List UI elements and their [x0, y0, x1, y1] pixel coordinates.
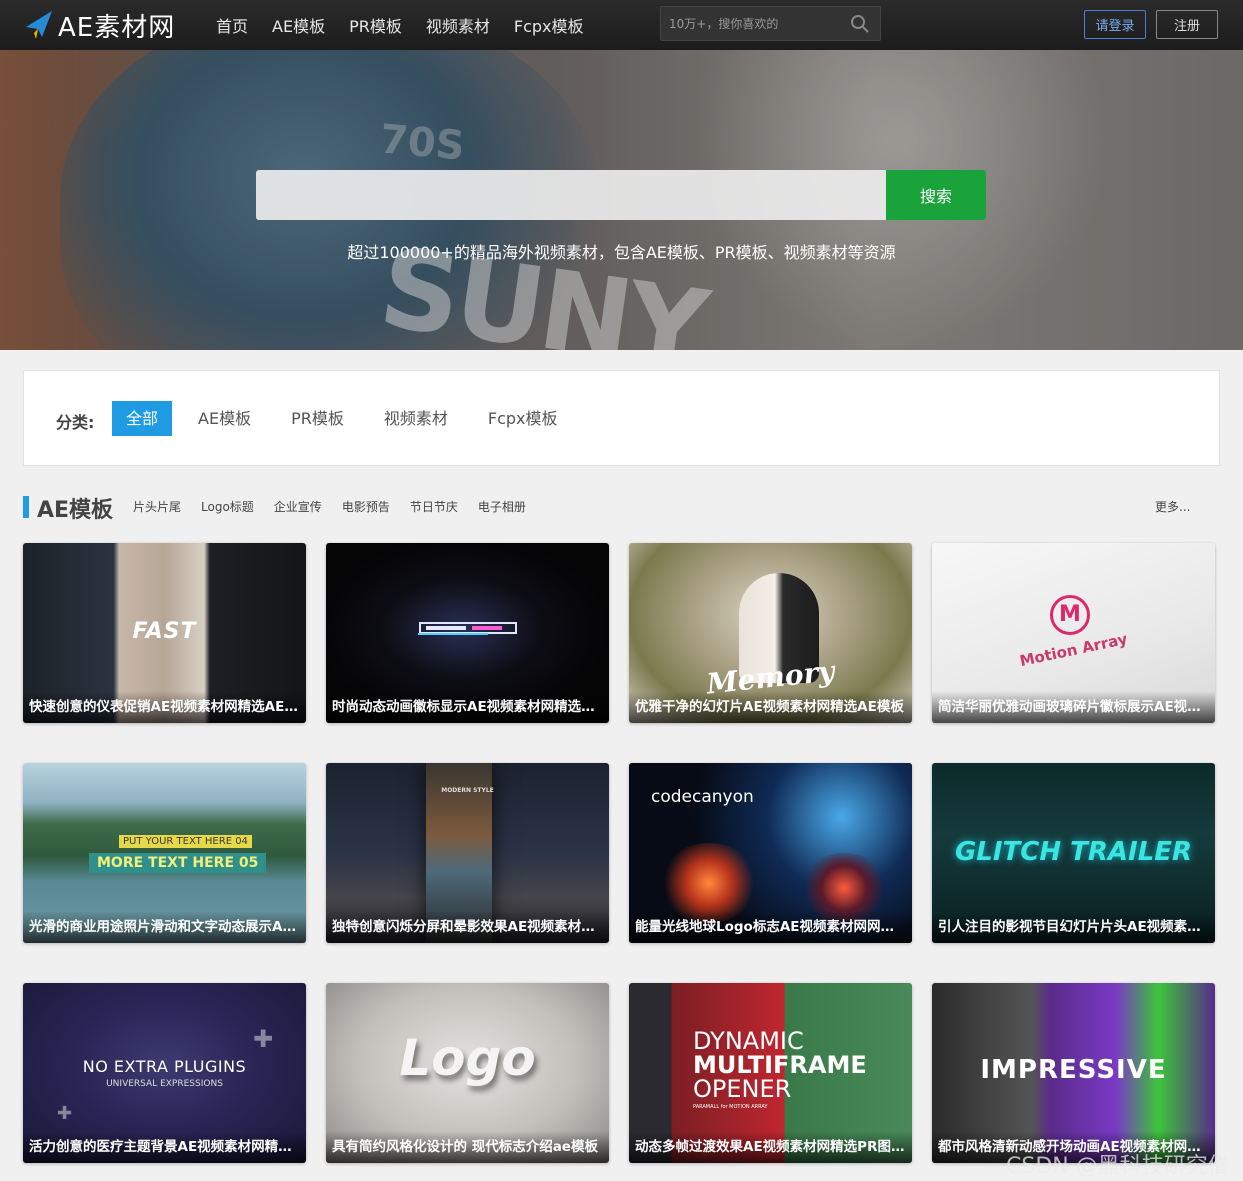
section-header: AE模板 片头片尾 Logo标题 企业宣传 电影预告 节日节庆 电子相册 更多.… [23, 492, 1220, 523]
template-card[interactable]: IMPRESSIVE 都市风格清新动感开场动画AE视频素材网精选AE模板 [932, 983, 1215, 1163]
section-tag[interactable]: 电子相册 [478, 498, 526, 515]
card-art-text: MULTIFRAME [693, 1051, 867, 1079]
search-icon[interactable] [850, 14, 870, 34]
card-caption: 优雅干净的幻灯片AE视频素材网精选AE模板 [629, 691, 912, 723]
card-caption: 简洁华丽优雅动画玻璃碎片徽标展示AE视频素材 [932, 691, 1215, 723]
template-card[interactable]: GLITCH TRAILER 引人注目的影视节目幻灯片片头AE视频素材网精选 [932, 763, 1215, 943]
template-card[interactable]: Memory 优雅干净的幻灯片AE视频素材网精选AE模板 [629, 543, 912, 723]
card-caption: 时尚动态动画徽标显示AE视频素材网精选AE模板 [326, 691, 609, 723]
category-all[interactable]: 全部 [112, 401, 173, 436]
category-video[interactable]: 视频素材 [370, 401, 462, 436]
plus-icon: ✚ [253, 1025, 274, 1053]
section-more-link[interactable]: 更多... [1155, 498, 1190, 515]
header-search-input[interactable] [669, 7, 849, 40]
category-ae[interactable]: AE模板 [184, 401, 265, 436]
codecanyon-logo-text: codecanyon [651, 787, 754, 807]
site-logo[interactable]: AE素材网 [24, 7, 175, 43]
plus-icon: ✚ [57, 1103, 73, 1124]
card-art-text: FAST [132, 619, 197, 644]
hero-banner: 70S SUNY 搜索 超过100000+的精品海外视频素材，包含AE模板、PR… [0, 50, 1243, 350]
section-tag[interactable]: Logo标题 [201, 498, 254, 515]
card-art-text: PARAMALL for MOTION ARRAY [693, 1104, 768, 1110]
template-card[interactable]: M Motion Array 简洁华丽优雅动画玻璃碎片徽标展示AE视频素材 [932, 543, 1215, 723]
category-fcpx[interactable]: Fcpx模板 [474, 401, 572, 436]
card-art-text: DYNAMIC [693, 1027, 804, 1055]
section-tag[interactable]: 电影预告 [342, 498, 390, 515]
card-caption: 引人注目的影视节目幻灯片片头AE视频素材网精选 [932, 911, 1215, 943]
section-accent-bar [23, 496, 29, 518]
card-art-text: IMPRESSIVE [980, 1055, 1167, 1085]
card-art-text: NO EXTRA PLUGINS [82, 1057, 247, 1076]
paper-plane-logo-icon [26, 11, 52, 39]
card-caption: 光滑的商业用途照片滑动和文字动态展示AE模板 [23, 911, 306, 943]
login-button[interactable]: 请登录 [1084, 10, 1146, 39]
logo-text: AE素材网 [58, 12, 176, 43]
hero-search-button[interactable]: 搜索 [886, 170, 986, 220]
section-tag[interactable]: 节日节庆 [410, 498, 458, 515]
card-art-text: Logo [399, 1029, 536, 1087]
nav-ae-templates[interactable]: AE模板 [260, 13, 337, 37]
glitch-logo-graphic [418, 622, 517, 635]
nav-video-assets[interactable]: 视频素材 [414, 13, 502, 37]
main-nav: 首页 AE模板 PR模板 视频素材 Fcpx模板 [204, 0, 596, 50]
hero-subtitle: 超过100000+的精品海外视频素材，包含AE模板、PR模板、视频素材等资源 [347, 243, 896, 262]
category-label: 分类: [56, 413, 95, 432]
text-tag-large: MORE TEXT HERE 05 [89, 853, 267, 873]
section-tags: 片头片尾 Logo标题 企业宣传 电影预告 节日节庆 电子相册 [133, 498, 546, 515]
card-art-subtext: UNIVERSAL EXPRESSIONS [106, 1079, 223, 1089]
template-card[interactable]: NO EXTRA PLUGINS UNIVERSAL EXPRESSIONS ✚… [23, 983, 306, 1163]
category-filter: 分类: 全部 AE模板 PR模板 视频素材 Fcpx模板 [23, 370, 1220, 466]
card-art-text: GLITCH TRAILER [954, 837, 1193, 867]
card-caption: 动态多帧过渡效果AE视频素材网精选PR图文模板 [629, 1131, 912, 1163]
template-card[interactable]: 时尚动态动画徽标显示AE视频素材网精选AE模板 [326, 543, 609, 723]
nav-pr-templates[interactable]: PR模板 [337, 13, 414, 37]
template-card[interactable]: FAST 快速创意的仪表促销AE视频素材网精选AE模板 [23, 543, 306, 723]
template-card[interactable]: DYNAMIC MULTIFRAME OPENER PARAMALL for M… [629, 983, 912, 1163]
csdn-watermark: CSDN @黑科技研究僧 [1006, 1154, 1230, 1179]
multiframe-title: DYNAMIC MULTIFRAME OPENER PARAMALL for M… [693, 1029, 893, 1110]
card-art-text: OPENER [693, 1075, 792, 1103]
card-caption: 活力创意的医疗主题背景AE视频素材网精选AE模板 [23, 1131, 306, 1163]
category-list: 全部 AE模板 PR模板 视频素材 Fcpx模板 [112, 401, 584, 436]
card-caption: 能量光线地球Logo标志AE视频素材网网精选 [629, 911, 912, 943]
top-navigation-bar: AE素材网 首页 AE模板 PR模板 视频素材 Fcpx模板 请登录 注册 [0, 0, 1243, 50]
card-art-text: MODERN STYLE [441, 787, 494, 794]
hero-search: 搜索 [256, 170, 986, 220]
motion-array-logo-icon: M [1050, 595, 1090, 635]
nav-home[interactable]: 首页 [204, 13, 260, 37]
register-button[interactable]: 注册 [1156, 10, 1218, 39]
header-search-box [660, 6, 881, 41]
text-tag-small: PUT YOUR TEXT HERE 04 [119, 835, 252, 848]
section-title: AE模板 [37, 498, 114, 523]
nav-fcpx-templates[interactable]: Fcpx模板 [502, 13, 596, 37]
card-caption: 独特创意闪烁分屏和晕影效果AE视频素材网精选 [326, 911, 609, 943]
section-tag[interactable]: 片头片尾 [133, 498, 181, 515]
hero-search-input[interactable] [256, 170, 886, 220]
category-pr[interactable]: PR模板 [277, 401, 358, 436]
template-card[interactable]: codecanyon 能量光线地球Logo标志AE视频素材网网精选 [629, 763, 912, 943]
card-caption: 具有简约风格化设计的 现代标志介绍ae模板 [326, 1131, 609, 1163]
card-caption: 快速创意的仪表促销AE视频素材网精选AE模板 [23, 691, 306, 723]
section-tag[interactable]: 企业宣传 [274, 498, 322, 515]
template-card[interactable]: MODERN STYLE 独特创意闪烁分屏和晕影效果AE视频素材网精选 [326, 763, 609, 943]
template-card[interactable]: PUT YOUR TEXT HERE 04 MORE TEXT HERE 05 … [23, 763, 306, 943]
template-card[interactable]: Logo 具有简约风格化设计的 现代标志介绍ae模板 [326, 983, 609, 1163]
